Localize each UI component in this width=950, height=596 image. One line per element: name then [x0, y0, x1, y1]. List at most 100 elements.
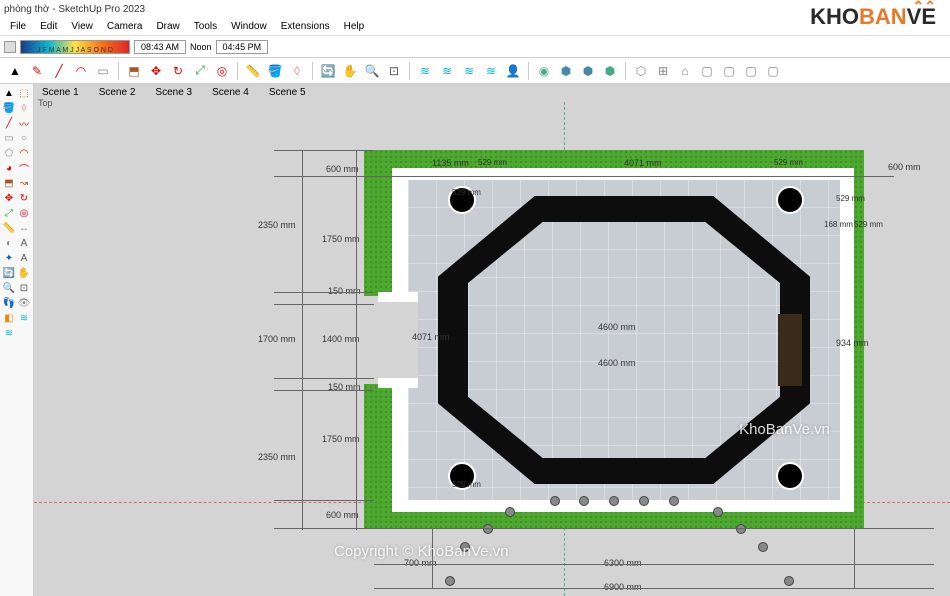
front-icon[interactable]: ⌂: [676, 62, 694, 80]
tool-pushpull-icon[interactable]: ⬒: [2, 176, 16, 190]
column-br: [776, 462, 804, 490]
layers-3-icon[interactable]: ≋: [460, 62, 478, 80]
render-3-icon[interactable]: ⬢: [579, 62, 597, 80]
scene-tab-3[interactable]: Scene 3: [151, 86, 196, 99]
tool-3dtext-icon[interactable]: A: [17, 251, 31, 265]
shadow-toggle-icon[interactable]: [4, 41, 16, 53]
tool-eraser-icon[interactable]: ◊: [17, 101, 31, 115]
tool-circle-icon[interactable]: ○: [17, 131, 31, 145]
menu-file[interactable]: File: [4, 19, 32, 34]
persp-icon[interactable]: ▢: [764, 62, 782, 80]
dim-6300: 6300 mm: [604, 558, 642, 568]
tool-component-icon[interactable]: ⬚: [17, 86, 31, 100]
scene-tab-2[interactable]: Scene 2: [95, 86, 140, 99]
line-tool-icon[interactable]: ╱: [50, 62, 68, 80]
dim-2350-1: 2350 mm: [258, 220, 296, 230]
iso-icon[interactable]: ⬡: [632, 62, 650, 80]
month-letters: J F M A M J J A S O N D: [21, 47, 129, 54]
menu-window[interactable]: Window: [225, 19, 273, 34]
window-title: phòng thờ - SketchUp Pro 2023: [4, 4, 145, 15]
tool-look-icon[interactable]: 👁: [17, 296, 31, 310]
tool-orbit-icon[interactable]: 🔄: [2, 266, 16, 280]
sunrise-time: 08:43 AM: [134, 40, 186, 54]
tool-rotate-icon[interactable]: ↻: [17, 191, 31, 205]
dimline: [274, 378, 374, 379]
tool-section-icon[interactable]: ◧: [2, 311, 16, 325]
pushpull-icon[interactable]: ⬒: [125, 62, 143, 80]
menu-draw[interactable]: Draw: [150, 19, 185, 34]
tool-pan-icon[interactable]: ✋: [17, 266, 31, 280]
render-4-icon[interactable]: ⬢: [601, 62, 619, 80]
render-1-icon[interactable]: ◉: [535, 62, 553, 80]
offset-icon[interactable]: ◎: [213, 62, 231, 80]
scene-tab-4[interactable]: Scene 4: [208, 86, 253, 99]
tool-paint-icon[interactable]: 🪣: [2, 101, 16, 115]
tool-freehand-icon[interactable]: 〰: [17, 116, 31, 130]
tool-text-icon[interactable]: A: [17, 236, 31, 250]
viewport[interactable]: Scene 1 Scene 2 Scene 3 Scene 4 Scene 5 …: [34, 84, 950, 596]
tool-tape-icon[interactable]: 📏: [2, 221, 16, 235]
tool-move-icon[interactable]: ✥: [2, 191, 16, 205]
tool-2arc-icon[interactable]: ⌒: [17, 161, 31, 175]
eraser-icon[interactable]: ◊: [288, 62, 306, 80]
tool-axes-icon[interactable]: ✦: [2, 251, 16, 265]
tool-pie-icon[interactable]: ◕: [2, 161, 16, 175]
noon-label: Noon: [190, 42, 212, 52]
tool-walk-icon[interactable]: 👣: [2, 296, 16, 310]
right-icon[interactable]: ▢: [698, 62, 716, 80]
lasso-tool-icon[interactable]: ✎: [28, 62, 46, 80]
select-tool-icon[interactable]: ▲: [6, 62, 24, 80]
zoom-icon[interactable]: 🔍: [363, 62, 381, 80]
arc-tool-icon[interactable]: ◠: [72, 62, 90, 80]
menu-edit[interactable]: Edit: [34, 19, 63, 34]
dim-4071-l: 4071 mm: [412, 332, 450, 342]
dim-1135: 1135 mm: [432, 158, 469, 168]
layers-4-icon[interactable]: ≋: [482, 62, 500, 80]
logo-p2: BAN: [859, 4, 907, 29]
menu-help[interactable]: Help: [338, 19, 371, 34]
back-icon[interactable]: ▢: [720, 62, 738, 80]
tool-dim-icon[interactable]: ↔: [17, 221, 31, 235]
paint-icon[interactable]: 🪣: [266, 62, 284, 80]
rect-tool-icon[interactable]: ▭: [94, 62, 112, 80]
tool-select-icon[interactable]: ▲: [2, 86, 16, 100]
tool-arc-icon[interactable]: ◠: [17, 146, 31, 160]
left-icon[interactable]: ▢: [742, 62, 760, 80]
tool-zoom-icon[interactable]: 🔍: [2, 281, 16, 295]
tool-zoomw-icon[interactable]: ⊡: [17, 281, 31, 295]
tool-rect-icon[interactable]: ▭: [2, 131, 16, 145]
dim-529-bl: 529 mm: [452, 188, 481, 197]
scene-tab-5[interactable]: Scene 5: [265, 86, 310, 99]
person-icon[interactable]: 👤: [504, 62, 522, 80]
layers-2-icon[interactable]: ≋: [438, 62, 456, 80]
scale-icon[interactable]: ⤢: [191, 62, 209, 80]
zoom-extents-icon[interactable]: ⊡: [385, 62, 403, 80]
separator: [237, 62, 238, 80]
menu-tools[interactable]: Tools: [188, 19, 223, 34]
tool-follow-icon[interactable]: ↝: [17, 176, 31, 190]
tool-poly-icon[interactable]: ⬠: [2, 146, 16, 160]
tool-offset-icon[interactable]: ◎: [17, 206, 31, 220]
dimline: [374, 588, 934, 589]
tool-line-icon[interactable]: ╱: [2, 116, 16, 130]
tool-outliner-icon[interactable]: ≋: [2, 326, 16, 340]
dim-6900: 6900 mm: [604, 582, 642, 592]
render-2-icon[interactable]: ⬢: [557, 62, 575, 80]
menu-camera[interactable]: Camera: [101, 19, 149, 34]
tool-scale-icon[interactable]: ⤢: [2, 206, 16, 220]
layers-1-icon[interactable]: ≋: [416, 62, 434, 80]
tool-layers-icon[interactable]: ≋: [17, 311, 31, 325]
orbit-icon[interactable]: 🔄: [319, 62, 337, 80]
top-icon[interactable]: ⊞: [654, 62, 672, 80]
menu-view[interactable]: View: [65, 19, 99, 34]
scene-tabs: Scene 1 Scene 2 Scene 3 Scene 4 Scene 5: [38, 84, 310, 101]
dim-529-tr: 529 mm: [836, 194, 865, 203]
rotate-icon[interactable]: ↻: [169, 62, 187, 80]
move-icon[interactable]: ✥: [147, 62, 165, 80]
pan-icon[interactable]: ✋: [341, 62, 359, 80]
scene-tab-1[interactable]: Scene 1: [38, 86, 83, 99]
tape-icon[interactable]: 📏: [244, 62, 262, 80]
menu-extensions[interactable]: Extensions: [275, 19, 336, 34]
tool-protractor-icon[interactable]: ◐: [2, 236, 16, 250]
month-slider[interactable]: J F M A M J J A S O N D: [20, 40, 130, 54]
